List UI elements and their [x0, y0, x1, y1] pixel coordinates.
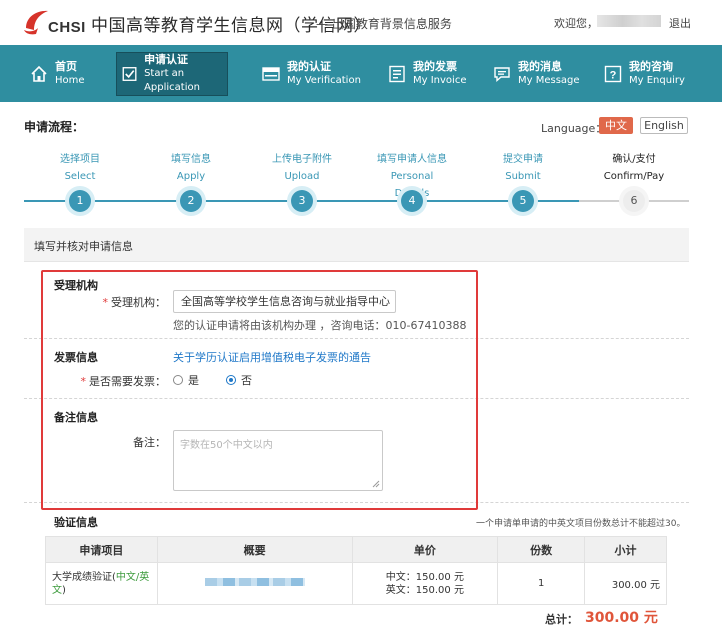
item-name: 大学成绩验证(: [52, 571, 116, 583]
step-apply: 填写信息 Apply: [151, 151, 231, 185]
main-nav: 首页 Home 申请认证 Start an Application 我的认证 M…: [0, 45, 722, 102]
site-header: CHSI 中国高等教育学生信息网（学信网） — 出国教育背景信息服务 欢迎您， …: [0, 0, 722, 45]
nav-label-cn: 申请认证: [144, 53, 189, 66]
step-label-cn: 确认/支付: [612, 154, 656, 165]
total-value: 300.00 元: [585, 610, 658, 626]
summary-redacted: [204, 578, 305, 586]
step-select: 选择项目 Select: [40, 151, 120, 185]
step-label-cn: 填写申请人信息: [377, 154, 447, 165]
nav-label-en: Start an Application: [144, 68, 200, 93]
column-header: 份数: [497, 536, 586, 563]
step-label-cn: 提交申请: [503, 154, 543, 165]
quantity-cell: 1: [497, 562, 586, 605]
checkbox-icon: [122, 67, 137, 81]
nav-item-my-invoice[interactable]: 我的发票 My Invoice: [388, 52, 466, 96]
nav-label-en: My Verification: [287, 75, 361, 86]
nav-item-my-verification[interactable]: 我的认证 My Verification: [262, 52, 361, 96]
step-circle-3: 3: [291, 190, 313, 212]
verification-note: 一个申请单申请的中英文项目份数总计不能超过30。: [476, 519, 686, 529]
column-header: 小计: [584, 536, 667, 563]
username-redacted: [597, 15, 661, 27]
step-label-en: Select: [64, 171, 96, 182]
question-icon: ?: [604, 65, 622, 83]
language-label: Language：: [541, 122, 607, 135]
step-circle-5: 5: [512, 190, 534, 212]
column-header: 单价: [351, 536, 499, 563]
chsi-logo[interactable]: CHSI: [22, 6, 86, 38]
nav-label-en: My Enquiry: [629, 75, 685, 86]
step-label-cn: 选择项目: [60, 154, 100, 165]
nav-item-my-message[interactable]: 我的消息 My Message: [493, 52, 580, 96]
chsi-logo-icon: [24, 10, 48, 35]
table-header-row: 申请项目 概要 单价 份数 小计: [45, 536, 667, 563]
form-section-header: 填写并核对申请信息: [24, 228, 689, 262]
logo-text: CHSI: [48, 19, 86, 36]
summary-cell: [156, 562, 353, 605]
process-label: 申请流程：: [24, 120, 85, 134]
column-header: 概要: [156, 536, 353, 563]
step-confirm-pay: 确认/支付 Confirm/Pay: [594, 151, 674, 185]
step-circle-1: 1: [69, 190, 91, 212]
nav-label-en: My Message: [518, 75, 580, 86]
step-label-en: Apply: [176, 171, 206, 182]
step-upload: 上传电子附件 Upload: [262, 151, 342, 185]
step-label-cn: 上传电子附件: [272, 154, 332, 165]
nav-label-cn: 我的发票: [413, 60, 457, 73]
language-cn-button[interactable]: 中文: [599, 117, 633, 134]
price-cn: 中文：150.00 元: [385, 571, 464, 583]
language-en-button[interactable]: English: [640, 117, 688, 134]
logout-link[interactable]: 退出: [669, 15, 691, 31]
nav-item-home[interactable]: 首页 Home: [30, 52, 85, 96]
step-circle-4: 4: [401, 190, 423, 212]
nav-label-cn: 我的认证: [287, 60, 331, 73]
price-en: 英文：150.00 元: [385, 584, 464, 596]
highlight-frame: [41, 270, 478, 510]
nav-item-my-enquiry[interactable]: ? 我的咨询 My Enquiry: [604, 52, 685, 96]
verification-card-icon: [262, 67, 280, 81]
step-circle-2: 2: [180, 190, 202, 212]
nav-item-start-application[interactable]: 申请认证 Start an Application: [116, 52, 228, 96]
nav-label-en: My Invoice: [413, 75, 467, 86]
nav-label-cn: 我的消息: [518, 60, 562, 73]
step-circle-6: 6: [623, 190, 645, 212]
verification-table: 申请项目 概要 单价 份数 小计 大学成绩验证(中文/英文) 中文：150.00…: [45, 536, 667, 605]
step-label-en: Submit: [505, 171, 541, 182]
item-cell: 大学成绩验证(中文/英文): [45, 562, 158, 605]
step-label-en: Upload: [284, 171, 320, 182]
nav-label-cn: 我的咨询: [629, 60, 673, 73]
step-label-cn: 填写信息: [171, 154, 211, 165]
subtotal-cell: 300.00 元: [584, 562, 667, 605]
item-name-suffix: ): [62, 584, 66, 596]
form-section-title: 填写并核对申请信息: [34, 240, 133, 253]
price-cell: 中文：150.00 元 英文：150.00 元: [351, 562, 499, 605]
invoice-icon: [389, 65, 405, 83]
column-header: 申请项目: [45, 536, 158, 563]
step-submit: 提交申请 Submit: [483, 151, 563, 185]
nav-label-en: Home: [55, 75, 85, 86]
welcome-text: 欢迎您，: [554, 17, 598, 30]
message-icon: [494, 67, 510, 83]
site-subtitle: — 出国教育背景信息服务: [316, 17, 452, 31]
home-icon: [31, 65, 47, 82]
step-label-en: Confirm/Pay: [603, 171, 665, 182]
table-row: 大学成绩验证(中文/英文) 中文：150.00 元 英文：150.00 元 1 …: [45, 562, 667, 605]
total-label: 总计：: [545, 613, 578, 626]
nav-label-cn: 首页: [55, 60, 77, 73]
verification-title: 验证信息: [54, 516, 98, 529]
svg-text:?: ?: [610, 70, 617, 82]
